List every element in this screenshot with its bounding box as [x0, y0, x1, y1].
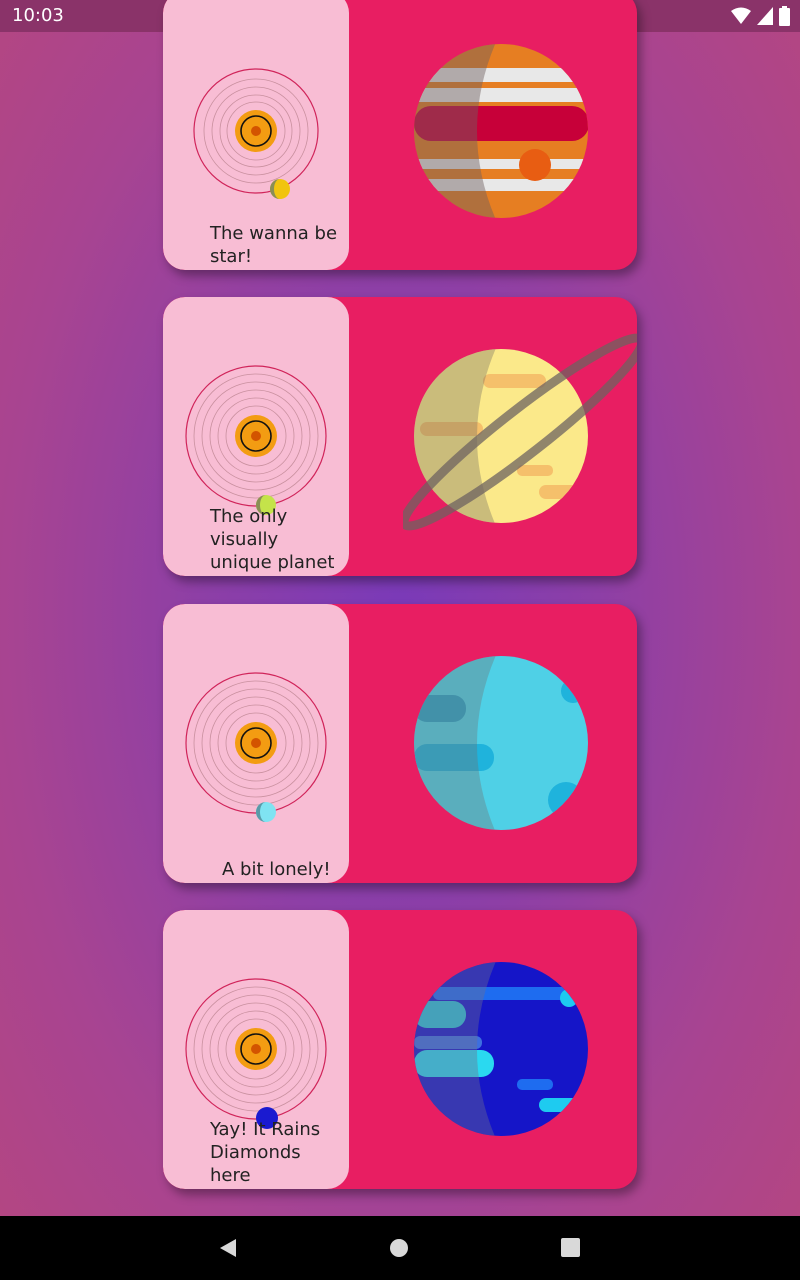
home-icon[interactable] [389, 1238, 409, 1258]
jupiter-icon [414, 44, 588, 218]
wifi-icon [731, 7, 751, 24]
planet-caption: The only visually unique planet [210, 506, 335, 573]
planet-card-neptune[interactable]: Yay! It Rains Diamonds here [163, 910, 637, 1189]
solar-orbit-icon [185, 672, 327, 822]
card-info-panel: A bit lonely! [163, 604, 349, 883]
recents-icon[interactable] [561, 1238, 580, 1257]
status-time: 10:03 [12, 5, 64, 26]
planet-card-saturn[interactable]: The only visually unique planet [163, 297, 637, 576]
saturn-icon [403, 333, 637, 531]
navigation-bar [0, 1216, 800, 1280]
uranus-icon [414, 656, 588, 830]
card-info-panel: Yay! It Rains Diamonds here [163, 910, 349, 1189]
neptune-icon [414, 962, 588, 1136]
cell-signal-icon [757, 7, 773, 25]
status-icons [731, 6, 790, 26]
planet-caption: Yay! It Rains Diamonds here [210, 1119, 321, 1186]
card-info-panel: The wanna be star! [163, 0, 349, 270]
planet-card-uranus[interactable]: A bit lonely! [163, 604, 637, 883]
back-icon[interactable] [218, 1238, 238, 1258]
planet-card-jupiter[interactable]: The wanna be star! [163, 0, 637, 270]
planet-caption: The wanna be star! [210, 223, 338, 267]
battery-icon [779, 6, 790, 26]
card-info-panel: The only visually unique planet [163, 297, 349, 576]
planet-caption: A bit lonely! [222, 859, 331, 880]
